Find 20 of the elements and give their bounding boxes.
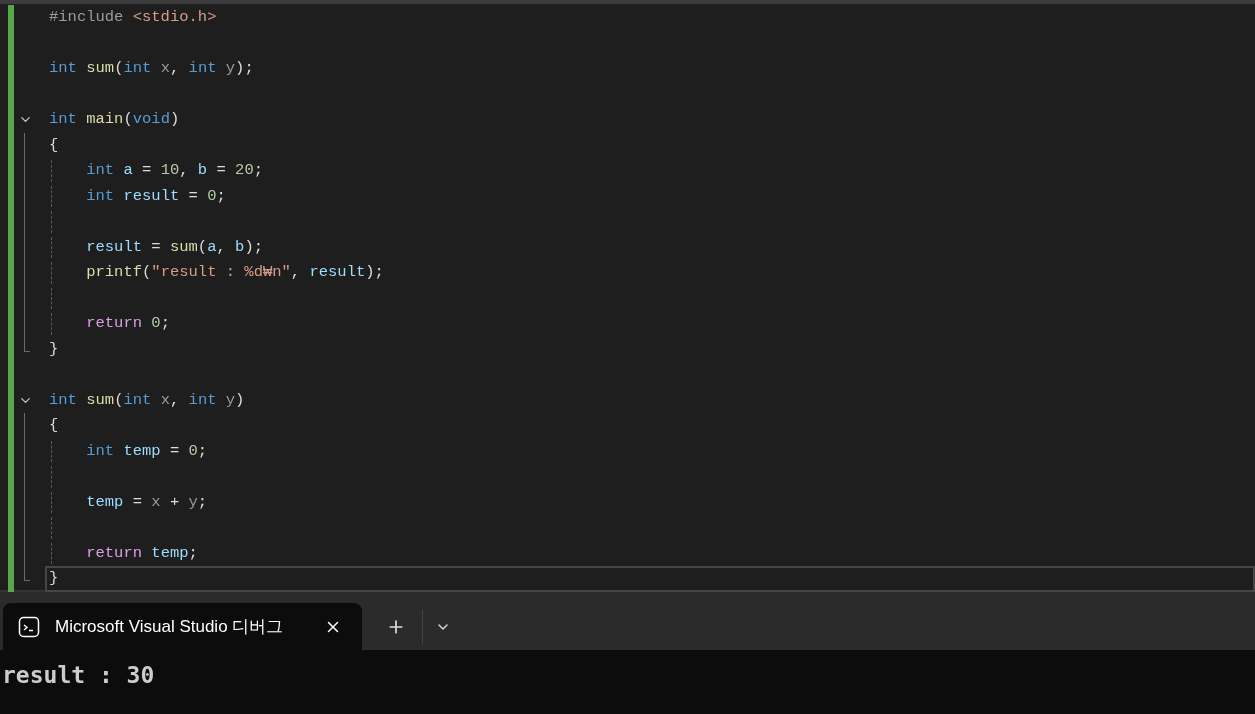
code-line: return temp; xyxy=(86,545,198,561)
code-line: temp = x + y; xyxy=(86,494,208,510)
code-line: int a = 10, b = 20; xyxy=(86,163,263,179)
code-line: int main(void) xyxy=(49,112,180,128)
terminal-tab[interactable]: Microsoft Visual Studio 디버그 xyxy=(3,603,362,650)
code-line: } xyxy=(49,571,59,587)
tab-title: Microsoft Visual Studio 디버그 xyxy=(55,615,285,638)
code-line: return 0; xyxy=(86,316,170,332)
code-line: int sum(int x, int y); xyxy=(49,61,254,77)
code-line: #include <stdio.h> xyxy=(49,10,217,26)
code-line: int result = 0; xyxy=(86,188,226,204)
code-line: printf("result : %d₩n", result); xyxy=(86,265,384,281)
code-line: } xyxy=(49,341,59,357)
code-line: int temp = 0; xyxy=(86,443,208,459)
terminal-icon xyxy=(18,615,40,638)
code-line: { xyxy=(49,137,59,153)
console-output: result : 30 xyxy=(2,661,156,690)
code-line: result = sum(a, b); xyxy=(86,239,263,255)
code-line: int sum(int x, int y) xyxy=(49,392,245,408)
code-line: { xyxy=(49,418,59,434)
